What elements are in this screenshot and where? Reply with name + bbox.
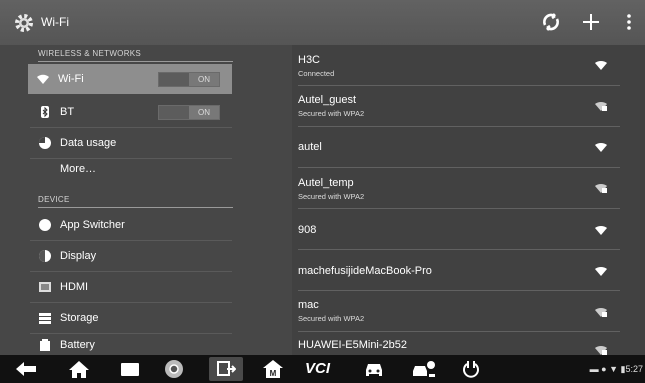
power-icon[interactable]	[461, 359, 481, 379]
sidebar-item-label: BT	[60, 106, 75, 118]
battery-icon	[40, 339, 50, 351]
recents-icon[interactable]	[119, 359, 141, 379]
wifi-signal-icon	[595, 60, 607, 70]
wifi-signal-icon	[595, 142, 607, 152]
settings-sidebar: WIRELESS & NETWORKS Wi-Fi ON BT ON Data …	[0, 45, 292, 355]
toggle-state: ON	[189, 105, 219, 119]
wifi-secured-signal-icon	[595, 307, 607, 317]
sidebar-item-data-usage[interactable]: Data usage	[30, 128, 232, 158]
wifi-signal-icon	[595, 225, 607, 235]
network-name: 908	[298, 224, 317, 236]
sidebar-item-bt[interactable]: BT ON	[30, 97, 232, 127]
wifi-network-autel-temp[interactable]: Autel_temp Secured with WPA2	[298, 168, 620, 209]
sidebar-item-battery[interactable]: Battery	[30, 334, 232, 356]
car-icon[interactable]	[362, 359, 386, 379]
sidebar-item-label: Display	[60, 250, 97, 262]
wifi-toggle[interactable]: ON	[158, 71, 220, 87]
svg-text:M: M	[270, 369, 277, 378]
wifi-network-autel[interactable]: autel	[298, 127, 620, 168]
device-header: DEVICE	[38, 195, 233, 208]
wifi-signal-icon	[595, 266, 607, 276]
alert-icon: ●	[601, 364, 607, 374]
network-name: Autel_guest	[298, 94, 357, 106]
sidebar-item-label: Battery	[60, 339, 95, 351]
wifi-network-h3c[interactable]: H3C Connected	[298, 45, 620, 86]
overflow-menu-icon[interactable]	[625, 9, 633, 35]
maxifix-icon[interactable]: M	[262, 359, 284, 379]
wifi-network-list: H3C Connected Autel_guest Secured with W…	[292, 45, 645, 355]
screen-switch-button[interactable]	[209, 357, 243, 381]
status-tray: ▬ ● ▼ ▮5:27	[590, 364, 643, 375]
screen-switch-icon	[217, 361, 236, 376]
wifi-icon	[37, 74, 49, 84]
navigation-bar: M VCI ▬ ● ▼ ▮5:27	[0, 355, 645, 383]
wifi-secured-signal-icon	[595, 183, 607, 193]
clock: 5:27	[625, 364, 643, 374]
vci-button[interactable]: VCI	[305, 359, 345, 379]
sidebar-item-label: App Switcher	[60, 219, 125, 231]
network-status: Secured with WPA2	[298, 314, 365, 323]
network-name: machefusijideMacBook-Pro	[298, 265, 432, 277]
bt-toggle[interactable]: ON	[158, 104, 220, 120]
page-title: Wi-Fi	[41, 15, 69, 29]
network-name: autel	[298, 141, 322, 153]
wifi-status-icon: ▼	[609, 364, 618, 374]
wifi-network-autel-guest[interactable]: Autel_guest Secured with WPA2	[298, 86, 620, 127]
wifi-network-macbook-pro[interactable]: machefusijideMacBook-Pro	[298, 250, 620, 291]
sidebar-item-label: Data usage	[60, 137, 117, 149]
wifi-network-mac[interactable]: mac Secured with WPA2	[298, 291, 620, 332]
sync-icon[interactable]	[540, 9, 562, 35]
sidebar-item-label: Wi-Fi	[58, 73, 84, 85]
display-icon	[39, 250, 51, 262]
vci-label: VCI	[305, 360, 331, 377]
sidebar-item-label: More…	[60, 163, 97, 175]
app-switcher-icon	[39, 219, 51, 231]
bluetooth-icon	[41, 106, 49, 118]
settings-gear-icon[interactable]	[12, 11, 36, 35]
sidebar-item-label: HDMI	[60, 281, 89, 293]
network-status: Secured with WPA2	[298, 192, 365, 201]
sidebar-item-app-switcher[interactable]: App Switcher	[30, 210, 232, 240]
home-icon[interactable]	[67, 359, 91, 379]
sidebar-item-display[interactable]: Display	[30, 241, 232, 271]
network-status: Secured with WPA2	[298, 109, 365, 118]
data-usage-icon	[39, 137, 51, 149]
chrome-icon[interactable]	[163, 359, 185, 379]
add-icon[interactable]	[582, 9, 600, 35]
message-icon: ▬	[589, 364, 599, 374]
wireless-networks-header: WIRELESS & NETWORKS	[38, 49, 233, 62]
back-icon[interactable]	[14, 359, 38, 379]
network-status: Connected	[298, 69, 335, 78]
network-name: HUAWEI-E5Mini-2b52	[298, 339, 408, 351]
sidebar-item-hdmi[interactable]: HDMI	[30, 272, 232, 302]
storage-icon	[39, 313, 51, 324]
wifi-network-908[interactable]: 908	[298, 209, 620, 250]
network-name: H3C	[298, 54, 321, 66]
action-bar: Wi-Fi	[0, 0, 645, 46]
sidebar-item-wifi[interactable]: Wi-Fi ON	[28, 64, 232, 94]
network-name: mac	[298, 299, 319, 311]
toggle-state: ON	[189, 72, 219, 86]
sidebar-item-storage[interactable]: Storage	[30, 303, 232, 333]
service-car-icon[interactable]	[411, 359, 437, 379]
hdmi-icon	[39, 282, 51, 292]
sidebar-item-label: Storage	[60, 312, 99, 324]
wifi-secured-signal-icon	[595, 101, 607, 111]
sidebar-item-more[interactable]: More…	[30, 158, 232, 180]
network-name: Autel_temp	[298, 177, 354, 189]
